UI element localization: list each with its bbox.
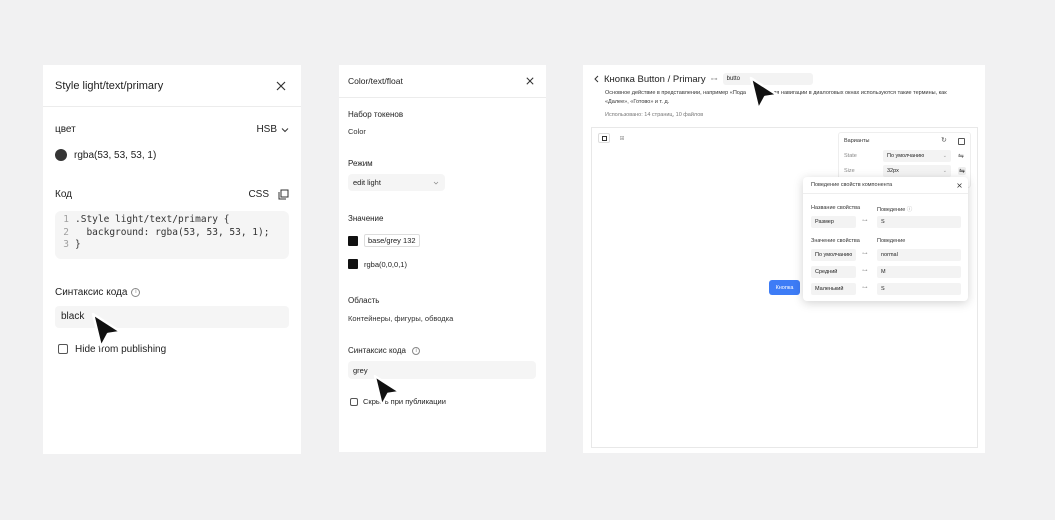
mode-label: Режим [348, 159, 373, 168]
component-details-panel: Кнопка Button / Primary ⊶ butto Основное… [583, 65, 985, 453]
link-icon: ⊶ [862, 218, 868, 224]
page-title: Кнопка Button / Primary [604, 73, 706, 85]
scope-value: Контейнеры, фигуры, обводка [348, 314, 454, 323]
view-toggle: ⊞ [598, 133, 628, 143]
prop-name-header: Название свойства [811, 205, 861, 211]
panel-title: Color/text/float [348, 76, 403, 86]
token-set-value: Color [348, 127, 366, 136]
popup-header: Поведение свойств компонента [803, 177, 968, 194]
color-mode-dropdown[interactable]: HSB [256, 124, 289, 135]
variable-details-panel: Color/text/float Набор токенов Color Реж… [339, 65, 546, 452]
info-icon[interactable]: i [131, 287, 141, 297]
value-behavior-field[interactable]: S [877, 283, 961, 295]
code-line: 1 .Style light/text/primary { [63, 214, 230, 225]
usage-text: Использовано: 14 страниц, 10 файлов [605, 112, 704, 118]
value-behavior-field[interactable]: normal [877, 249, 961, 261]
panel-icon[interactable] [958, 138, 965, 145]
value-token-row: base/grey 132 [348, 234, 420, 247]
value-behavior-field[interactable]: M [877, 266, 961, 278]
close-icon[interactable] [526, 77, 534, 85]
syntax-header-row: Синтаксис кода i [43, 287, 301, 298]
code-header-row: Код CSS [43, 189, 301, 200]
code-lang: CSS [248, 189, 269, 200]
style-details-panel: Style light/text/primary цвет HSB rgba(5… [43, 65, 301, 454]
token-set-label: Набор токенов [348, 110, 404, 119]
panel-title: Style light/text/primary [55, 79, 164, 92]
hide-label: Скрыть при публикации [363, 397, 446, 406]
close-icon[interactable] [957, 182, 962, 188]
close-icon[interactable] [276, 81, 286, 91]
chevron-left-icon[interactable] [593, 75, 599, 83]
color-swatch[interactable] [348, 259, 358, 269]
variant-size-dropdown[interactable]: 32px ⌄ [883, 165, 951, 177]
value-name-field: Средний [811, 266, 856, 278]
popup-title: Поведение свойств компонента [811, 182, 893, 188]
link-icon: ⊶ [710, 76, 718, 83]
variant-state-dropdown[interactable]: По умолчанию ⌄ [883, 150, 951, 162]
behavior-header: Поведение [877, 238, 906, 244]
syntax-header-row: Синтаксис кода i [348, 346, 421, 355]
property-behavior-popup: Поведение свойств компонента Название св… [803, 177, 968, 301]
sliders-icon[interactable]: ⇋ [958, 152, 964, 160]
reset-icon[interactable]: ↻ [941, 136, 947, 144]
color-swatch[interactable] [55, 149, 67, 161]
color-header-row: цвет HSB [43, 124, 301, 135]
hide-checkbox-row[interactable]: Hide from publishing [43, 344, 301, 355]
hide-checkbox[interactable] [58, 344, 68, 354]
code-line: 3} [63, 239, 81, 250]
prop-name-field: Размер [811, 216, 856, 228]
grid-view-icon[interactable]: ⊞ [616, 133, 628, 143]
link-icon: ⊶ [862, 268, 868, 274]
hide-label: Hide from publishing [75, 343, 167, 355]
code-line: 2 background: rgba(53, 53, 53, 1); [63, 226, 270, 238]
copy-icon[interactable] [278, 189, 289, 200]
value-name-field: Маленький [811, 283, 856, 295]
code-block[interactable]: 1 .Style light/text/primary { 2 backgroun… [55, 211, 289, 259]
mode-dropdown[interactable]: edit light [348, 174, 445, 191]
hide-checkbox[interactable] [350, 397, 358, 406]
value-rgba-row: rgba(0,0,0,1) [348, 259, 407, 269]
link-tag[interactable]: butto [722, 73, 813, 85]
color-value-row: rgba(53, 53, 53, 1) [43, 149, 301, 161]
primary-button[interactable]: Кнопка [769, 280, 800, 295]
value-rgba: rgba(0,0,0,1) [364, 259, 407, 269]
square-view-icon[interactable] [598, 133, 610, 143]
variant-label: State [844, 153, 857, 159]
syntax-input[interactable]: black [55, 305, 289, 328]
behavior-header: Поведение ⓘ [877, 207, 913, 213]
chevron-down-icon [433, 181, 439, 184]
value-label: Значение [348, 214, 384, 223]
page-title-row: Кнопка Button / Primary ⊶ butto [593, 73, 813, 85]
chevron-down-icon [281, 127, 289, 132]
color-label: цвет [55, 124, 76, 135]
syntax-input[interactable]: grey [348, 361, 536, 379]
panel-header: Style light/text/primary [43, 65, 301, 107]
description: Основное действие в представлении, напри… [605, 90, 947, 96]
color-value: rgba(53, 53, 53, 1) [74, 149, 157, 161]
link-icon: ⊶ [862, 251, 868, 257]
code-label: Код [55, 189, 73, 200]
value-header: Значение свойства [811, 238, 860, 244]
value-name-field: По умолчанию [811, 249, 856, 261]
variant-label: Size [844, 168, 855, 174]
panel-header: Color/text/float [339, 65, 546, 98]
hide-checkbox-row[interactable]: Скрыть при публикации [350, 397, 446, 406]
link-icon: ⊶ [862, 285, 868, 291]
color-swatch[interactable] [348, 235, 358, 246]
scope-label: Область [348, 296, 380, 305]
description-line2: «Далее», «Готово» и т. д. [605, 99, 670, 105]
prop-value-field[interactable]: S [877, 216, 961, 228]
syntax-label: Синтаксис кода [55, 286, 128, 298]
sliders-icon[interactable]: ⇋ [958, 167, 966, 175]
variants-title: Варианты [844, 138, 870, 144]
value-token-chip[interactable]: base/grey 132 [364, 234, 420, 247]
info-icon[interactable]: i [412, 346, 421, 355]
syntax-label: Синтаксис кода [348, 346, 406, 355]
color-mode-value: HSB [256, 124, 277, 135]
